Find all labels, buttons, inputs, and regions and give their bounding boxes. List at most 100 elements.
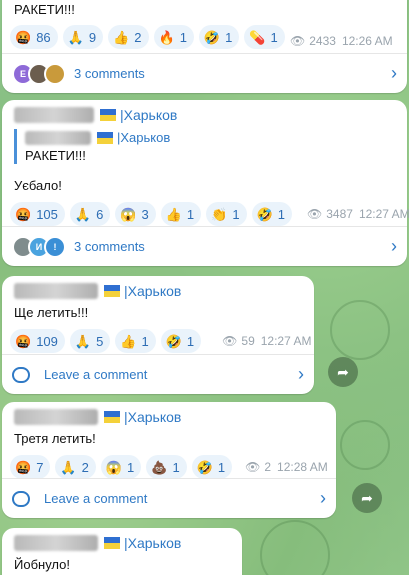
reaction-count: 1 bbox=[270, 29, 278, 45]
message-bubble: |Харьков Третя летить! 🤬 7 🙏 2 😱 1 💩 1 🤣 1 👁 2 12… bbox=[2, 402, 336, 518]
reaction-pill[interactable]: 🤬 86 bbox=[10, 25, 58, 49]
reactions-bar: 🤬 109 🙏 5 👍 1 🤣 1 bbox=[2, 329, 214, 353]
reactions-bar: 🤬 7 🙏 2 😱 1 💩 1 🤣 1 bbox=[2, 455, 245, 479]
share-button[interactable]: ➦ bbox=[328, 357, 358, 387]
reaction-emoji-icon: 🤬 bbox=[15, 29, 32, 45]
chevron-right-icon: › bbox=[298, 364, 304, 384]
reaction-emoji-icon: 🙏 bbox=[60, 459, 77, 475]
reaction-pill[interactable]: 🙏 9 bbox=[62, 25, 104, 49]
ukraine-flag-icon bbox=[97, 131, 113, 144]
leave-comment-label: Leave a comment bbox=[44, 367, 148, 382]
timestamp: 12:27 AM bbox=[358, 207, 409, 221]
reaction-emoji-icon: 👏 bbox=[211, 206, 228, 222]
reaction-pill[interactable]: 🤬 109 bbox=[10, 329, 65, 353]
reaction-pill[interactable]: 🤣 1 bbox=[191, 455, 233, 479]
reply-sender-blurred bbox=[25, 130, 91, 145]
ukraine-flag-icon bbox=[104, 411, 120, 423]
reaction-emoji-icon: 👍 bbox=[165, 206, 182, 222]
views-count: 3487 bbox=[326, 207, 353, 221]
reaction-pill[interactable]: 👍 2 bbox=[108, 25, 149, 49]
reaction-count: 1 bbox=[232, 206, 240, 222]
reaction-pill[interactable]: 🤬 105 bbox=[10, 202, 65, 226]
channel-name: |Харьков bbox=[124, 283, 182, 299]
reaction-pill[interactable]: 👏 1 bbox=[206, 202, 247, 226]
reaction-emoji-icon: 😱 bbox=[120, 206, 137, 222]
chevron-right-icon: › bbox=[391, 63, 397, 83]
reaction-count: 86 bbox=[36, 29, 51, 45]
message-bubble: |Харьков Ще летить!!! 🤬 109 🙏 5 👍 1 🤣 1 👁 59 12… bbox=[2, 276, 314, 394]
reaction-pill[interactable]: 👍 1 bbox=[115, 329, 156, 353]
reaction-emoji-icon: 💊 bbox=[249, 29, 266, 45]
avatar: ! bbox=[44, 235, 66, 258]
reaction-count: 2 bbox=[81, 459, 89, 475]
chevron-right-icon: › bbox=[320, 488, 326, 508]
reply-channel-name: |Харьков bbox=[117, 130, 171, 145]
sender-row[interactable]: |Харьков bbox=[2, 100, 407, 123]
timestamp: 12:26 AM bbox=[341, 34, 393, 48]
leave-comment-label: Leave a comment bbox=[44, 491, 148, 506]
commenter-avatars: И ! bbox=[12, 235, 66, 258]
reaction-count: 9 bbox=[88, 29, 97, 45]
sender-row[interactable]: |Харьков bbox=[2, 402, 336, 425]
reaction-count: 1 bbox=[172, 459, 180, 475]
reaction-pill[interactable]: 🤣 1 bbox=[251, 202, 292, 226]
reaction-emoji-icon: 👍 bbox=[120, 333, 137, 349]
reaction-emoji-icon: 🙏 bbox=[74, 206, 92, 222]
reaction-pill[interactable]: 🙏 2 bbox=[55, 455, 96, 479]
reaction-pill[interactable]: 💊 1 bbox=[244, 25, 285, 49]
eye-icon: 👁 bbox=[222, 334, 238, 348]
reaction-count: 1 bbox=[186, 333, 195, 349]
message-text: РАКЕТИ!!! bbox=[14, 2, 75, 17]
leave-comment-link[interactable]: Leave a comment › bbox=[2, 478, 336, 518]
message-text: Йобнуло! bbox=[14, 557, 70, 572]
sender-name-blurred bbox=[14, 107, 94, 123]
sender-name-blurred bbox=[14, 283, 98, 299]
comments-link[interactable]: И ! 3 comments › bbox=[2, 226, 407, 266]
reply-text: РАКЕТИ!!! bbox=[25, 148, 86, 163]
reaction-emoji-icon: 🤬 bbox=[15, 333, 32, 349]
background-doodle bbox=[340, 420, 390, 470]
reaction-emoji-icon: 🤬 bbox=[15, 206, 32, 222]
reaction-emoji-icon: 🤬 bbox=[15, 459, 32, 475]
sender-row[interactable]: |Харьков bbox=[2, 528, 242, 551]
reaction-pill[interactable]: 💩 1 bbox=[146, 455, 187, 479]
reaction-emoji-icon: 🤣 bbox=[165, 333, 182, 349]
channel-name: |Харьков bbox=[124, 535, 182, 551]
message-text: Третя летить! bbox=[14, 431, 96, 446]
reaction-pill[interactable]: 🙏 5 bbox=[69, 329, 111, 353]
reaction-emoji-icon: 😱 bbox=[105, 459, 123, 475]
reaction-count: 2 bbox=[134, 29, 142, 45]
share-button[interactable]: ➦ bbox=[352, 483, 382, 513]
reaction-pill[interactable]: 🤬 7 bbox=[10, 455, 51, 479]
reaction-pill[interactable]: 🔥 1 bbox=[153, 25, 194, 49]
reaction-pill[interactable]: 🤣 1 bbox=[160, 329, 202, 353]
reaction-emoji-icon: 🤣 bbox=[256, 206, 273, 222]
leave-comment-link[interactable]: Leave a comment › bbox=[2, 354, 314, 394]
share-arrow-icon: ➦ bbox=[361, 489, 373, 506]
message-meta: 👁 3487 12:27 AM bbox=[307, 207, 409, 221]
reaction-pill[interactable]: 😱 3 bbox=[115, 202, 156, 226]
reaction-count: 1 bbox=[179, 29, 187, 45]
reaction-count: 1 bbox=[225, 29, 233, 45]
reaction-count: 109 bbox=[36, 333, 58, 349]
reaction-count: 3 bbox=[141, 206, 149, 222]
sender-name-blurred bbox=[14, 535, 98, 551]
reply-quote[interactable]: |Харьков РАКЕТИ!!! bbox=[14, 129, 407, 164]
reaction-pill[interactable]: 😱 1 bbox=[100, 455, 142, 479]
reaction-pill[interactable]: 👍 1 bbox=[160, 202, 202, 226]
reaction-emoji-icon: 💩 bbox=[151, 459, 168, 475]
eye-icon: 👁 bbox=[290, 34, 306, 48]
reaction-emoji-icon: 🤣 bbox=[203, 29, 221, 45]
views-count: 59 bbox=[241, 334, 255, 348]
ukraine-flag-icon bbox=[100, 109, 116, 121]
reaction-emoji-icon: 🤣 bbox=[196, 459, 213, 475]
comments-link[interactable]: E 3 comments › bbox=[2, 53, 407, 93]
message-meta: 👁 2433 12:26 AM bbox=[290, 34, 393, 48]
reaction-count: 1 bbox=[277, 206, 285, 222]
sender-row[interactable]: |Харьков bbox=[2, 276, 314, 299]
reaction-count: 1 bbox=[127, 459, 135, 475]
share-arrow-icon: ➦ bbox=[337, 363, 349, 380]
reaction-count: 1 bbox=[141, 333, 149, 349]
reaction-pill[interactable]: 🤣 1 bbox=[198, 25, 240, 49]
reaction-pill[interactable]: 🙏 6 bbox=[69, 202, 111, 226]
